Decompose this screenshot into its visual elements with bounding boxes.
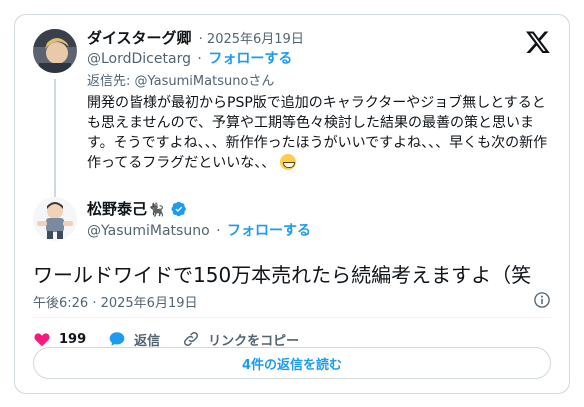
copy-link-button[interactable]: リンクをコピー bbox=[182, 330, 299, 349]
tweet-embed-card: ダイスターグ卿 · 2025年6月19日 @LordDicetarg · フォロ… bbox=[14, 14, 570, 394]
reply-to-prefix: 返信先: bbox=[87, 74, 135, 89]
display-name[interactable]: ダイスターグ卿 bbox=[87, 29, 192, 47]
handle[interactable]: @YasumiMatsuno bbox=[87, 223, 210, 239]
reply-label: 返信 bbox=[134, 333, 161, 349]
parent-header: ダイスターグ卿 · 2025年6月19日 bbox=[87, 27, 304, 48]
info-icon[interactable] bbox=[533, 291, 551, 309]
verified-badge-icon bbox=[171, 201, 187, 217]
reply-to-handle[interactable]: @YasumiMatsuno bbox=[135, 74, 249, 89]
parent-tweet-body: 開発の皆様が最初からPSP版で追加のキャラクターやジョブ無しとするとも思えません… bbox=[87, 95, 548, 171]
tweet-timestamp[interactable]: 午後6:26 · 2025年6月19日 bbox=[33, 292, 198, 311]
display-name[interactable]: 松野泰己 bbox=[87, 200, 147, 218]
main-author-row: 松野泰己🐈‍⬛ bbox=[87, 198, 187, 219]
link-icon bbox=[184, 331, 199, 347]
copy-link-label: リンクをコピー bbox=[208, 333, 300, 349]
avatar[interactable] bbox=[33, 29, 77, 73]
separator-dot: · bbox=[216, 223, 221, 239]
name-emoji: 🐈‍⬛ bbox=[148, 203, 165, 218]
reply-to-suffix: さん bbox=[248, 74, 275, 89]
reply-to-line: 返信先: @YasumiMatsunoさん bbox=[87, 70, 274, 89]
like-button[interactable]: 199 bbox=[33, 330, 86, 348]
reply-bubble-icon bbox=[109, 332, 125, 346]
reply-button[interactable]: 返信 bbox=[108, 330, 160, 349]
like-count: 199 bbox=[59, 331, 87, 347]
thread-line bbox=[54, 79, 56, 199]
handle[interactable]: @LordDicetarg bbox=[87, 51, 191, 67]
divider bbox=[33, 317, 551, 318]
handle-row: @YasumiMatsuno · フォローする bbox=[87, 220, 311, 240]
tweet-date[interactable]: · 2025年6月19日 bbox=[199, 32, 304, 47]
heart-icon bbox=[34, 333, 50, 347]
main-tweet-text: ワールドワイドで150万本売れたら続編考えますよ（笑 bbox=[33, 263, 532, 287]
grin-emoji-icon bbox=[279, 154, 296, 170]
read-replies-button[interactable]: 4件の返信を読む bbox=[33, 347, 551, 379]
handle-row: @LordDicetarg · フォローする bbox=[87, 48, 292, 68]
parent-tweet-text: 開発の皆様が最初からPSP版で追加のキャラクターやジョブ無しとするとも思えません… bbox=[87, 93, 557, 173]
x-logo-icon[interactable] bbox=[525, 29, 551, 55]
follow-button[interactable]: フォローする bbox=[227, 223, 311, 239]
separator-dot: · bbox=[197, 51, 202, 67]
follow-button[interactable]: フォローする bbox=[208, 51, 292, 67]
avatar[interactable] bbox=[33, 197, 77, 241]
